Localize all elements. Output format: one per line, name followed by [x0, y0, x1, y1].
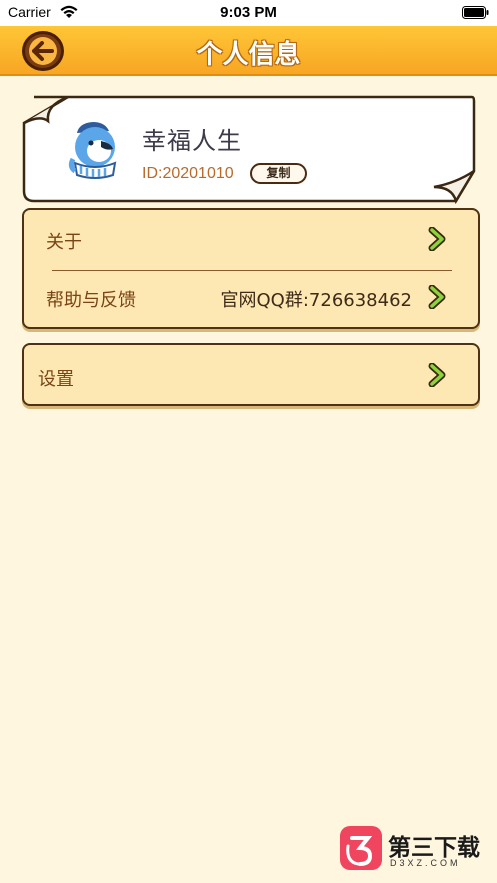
help-feedback-row[interactable]: 帮助与反馈 官网QQ群:726638462: [24, 270, 478, 328]
settings-row[interactable]: 设置: [24, 345, 478, 404]
penguin-avatar: [68, 122, 117, 179]
watermark-title: 第三下载: [388, 835, 480, 861]
site-watermark: 第三下载 D3XZ.COM: [340, 826, 490, 876]
chevron-right-icon: [428, 285, 446, 309]
watermark-subtitle: D3XZ.COM: [390, 858, 461, 868]
status-bar: Carrier 9:03 PM: [0, 0, 497, 26]
clock-time: 9:03 PM: [220, 4, 277, 21]
chevron-right-icon: [428, 227, 446, 251]
page-title: 个人信息: [196, 40, 301, 70]
profile-name: 幸福人生: [142, 127, 242, 155]
chevron-right-icon: [428, 363, 446, 387]
battery-icon: [462, 6, 489, 19]
settings-panel: 设置: [22, 343, 480, 406]
profile-id: ID:20201010: [142, 165, 234, 182]
settings-label: 设置: [38, 369, 74, 390]
qq-group-value: 官网QQ群:726638462: [220, 290, 412, 311]
about-label: 关于: [46, 232, 82, 253]
profile-card: 幸福人生 ID:20201010 复制: [20, 95, 476, 205]
copy-id-button[interactable]: 复制: [250, 163, 307, 184]
d3xz-logo-icon: [340, 826, 382, 870]
nav-bar: 个人信息: [0, 26, 497, 76]
info-menu-panel: 关于 帮助与反馈 官网QQ群:726638462: [22, 208, 480, 329]
help-feedback-label: 帮助与反馈: [46, 290, 136, 311]
about-row[interactable]: 关于: [24, 210, 478, 268]
